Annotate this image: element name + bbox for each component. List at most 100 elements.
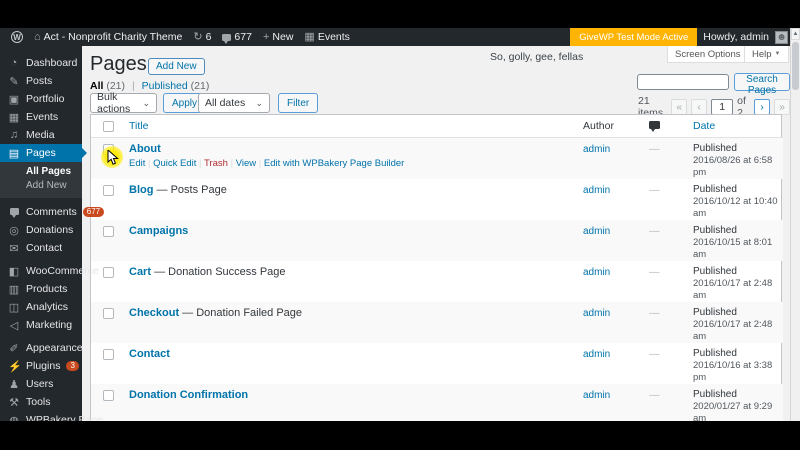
row-checkbox[interactable] (103, 184, 114, 196)
sidebar-item-label: Products (26, 283, 68, 295)
submenu-item-all-pages[interactable]: All Pages (0, 165, 82, 179)
calendar-icon: ▦ (304, 30, 315, 43)
analytics-icon: ◫ (8, 301, 20, 314)
submenu-item-add-new[interactable]: Add New (0, 179, 82, 193)
sidebar-item-products[interactable]: ▥ Products (0, 280, 82, 298)
sidebar-item-label: Tools (26, 396, 51, 408)
row-action-quick-edit[interactable]: Quick Edit (153, 158, 196, 169)
home-icon: ⌂ (34, 30, 41, 43)
author-link[interactable]: admin (583, 144, 610, 155)
author-link[interactable]: admin (583, 390, 610, 401)
sort-title-header[interactable]: Title (129, 120, 148, 132)
page-title-link[interactable]: Cart (129, 266, 151, 278)
filter-button[interactable]: Filter (278, 93, 319, 113)
page-title: Pages (90, 53, 147, 75)
publish-status: Published (693, 388, 737, 400)
sidebar-item-donations[interactable]: ◎ Donations (0, 221, 82, 239)
add-new-button[interactable]: Add New (148, 58, 205, 75)
page-title-link[interactable]: About (129, 143, 161, 155)
row-action-trash[interactable]: Trash (204, 158, 228, 169)
page-title-suffix: — Posts Page (153, 183, 227, 196)
publish-date: 2016/10/16 at 3:38 pm (693, 359, 773, 383)
next-page-button[interactable]: › (754, 99, 770, 115)
sidebar-item-label: WooCommerce (26, 265, 99, 277)
sidebar-item-plugins[interactable]: ⚡ Plugins 3 (0, 357, 82, 375)
author-link[interactable]: admin (583, 267, 610, 278)
screen: W ⌂ Act - Nonprofit Charity Theme ↻ 6 67… (0, 0, 800, 450)
author-link[interactable]: admin (583, 349, 610, 360)
comments-count-value: — (649, 224, 660, 237)
row-checkbox[interactable] (103, 266, 114, 278)
help-button[interactable]: Help ▼ (744, 46, 789, 63)
table-row: Donation Confirmation admin — Published 2020… (91, 383, 783, 421)
user-avatar[interactable]: ☻ (775, 30, 788, 44)
sidebar-item-woocommerce[interactable]: ◧ WooCommerce (0, 262, 99, 280)
row-checkbox[interactable] (103, 348, 114, 360)
page-title-link[interactable]: Campaigns (129, 225, 188, 237)
last-page-button[interactable]: » (774, 99, 790, 115)
publish-date: 2016/10/17 at 2:48 am (693, 318, 773, 342)
sidebar-item-tools[interactable]: ⚒ Tools (0, 393, 82, 411)
page-title-link[interactable]: Donation Confirmation (129, 389, 248, 401)
row-checkbox[interactable] (103, 389, 114, 401)
search-pages-button[interactable]: Search Pages (734, 73, 790, 96)
row-action-view[interactable]: View (236, 158, 256, 169)
sidebar-item-appearance[interactable]: ✐ Appearance (0, 339, 82, 357)
sidebar-item-contact[interactable]: ✉ Contact (0, 239, 82, 257)
sidebar-item-events[interactable]: ▦ Events (0, 108, 82, 126)
page-title-link[interactable]: Checkout (129, 307, 179, 319)
scroll-up-arrow-icon[interactable]: ▲ (791, 28, 800, 40)
comments-header-icon[interactable] (649, 120, 660, 132)
comments-menu[interactable]: 677 (219, 28, 255, 46)
page-title-link[interactable]: Contact (129, 348, 170, 360)
new-content-menu[interactable]: + New (260, 28, 296, 46)
select-all-checkbox[interactable] (103, 120, 114, 132)
sort-date-header[interactable]: Date (693, 120, 715, 132)
sidebar-item-label: Events (26, 111, 59, 123)
scrollbar-thumb[interactable] (792, 42, 799, 90)
row-action-edit[interactable]: Edit (129, 158, 145, 169)
sidebar-item-portfolio[interactable]: ▣ Portfolio (0, 90, 82, 108)
page-title-link[interactable]: Blog (129, 184, 153, 196)
search-input[interactable] (637, 74, 729, 90)
wordpress-logo-icon: W (11, 31, 23, 43)
sidebar-item-marketing[interactable]: ◁ Marketing (0, 316, 82, 334)
sidebar-item-media[interactable]: ♫ Media (0, 126, 82, 144)
comments-count-value: — (649, 388, 660, 401)
wp-logo-menu[interactable]: W (8, 28, 26, 46)
page-title-suffix: — Donation Success Page (151, 265, 286, 278)
howdy-menu[interactable]: Howdy, admin (697, 31, 775, 43)
sidebar-item-comments[interactable]: Comments 677 (0, 203, 105, 221)
row-checkbox[interactable] (103, 307, 114, 319)
bulk-actions-select[interactable]: Bulk actions ⌄ (90, 91, 157, 115)
author-link[interactable]: admin (583, 308, 610, 319)
author-header: Author (581, 115, 647, 138)
current-page-field[interactable]: 1 (711, 99, 734, 115)
sidebar-item-users[interactable]: ♟ Users (0, 375, 82, 393)
sidebar-item-analytics[interactable]: ◫ Analytics (0, 298, 82, 316)
comments-count-value: — (649, 265, 660, 278)
admin-bar: W ⌂ Act - Nonprofit Charity Theme ↻ 6 67… (0, 28, 800, 46)
help-label: Help (752, 48, 772, 60)
vertical-scrollbar[interactable]: ▲ (790, 28, 800, 421)
events-menu[interactable]: ▦ Events (301, 28, 353, 46)
row-checkbox[interactable] (103, 225, 114, 237)
author-link[interactable]: admin (583, 226, 610, 237)
publish-status: Published (693, 347, 737, 359)
table-row: Cart — Donation Success Page admin — Publis… (91, 261, 783, 302)
publish-status: Published (693, 306, 737, 318)
view-published-link[interactable]: Published (142, 80, 188, 92)
table-row: Contact admin — Published 2016/10/16 at 3:38… (91, 343, 783, 384)
chevron-down-icon: ▼ (774, 51, 781, 57)
sidebar-item-posts[interactable]: ✎ Posts (0, 72, 82, 90)
sidebar-item-dashboard[interactable]: ◔ Dashboard (0, 54, 82, 72)
givewp-test-mode-badge[interactable]: GiveWP Test Mode Active (570, 28, 698, 46)
comments-count-value: — (649, 306, 660, 319)
sidebar-item-pages[interactable]: ▤ Pages (0, 144, 87, 162)
updates-menu[interactable]: ↻ 6 (190, 28, 214, 46)
woocommerce-icon: ◧ (8, 265, 20, 278)
site-name-menu[interactable]: ⌂ Act - Nonprofit Charity Theme (31, 28, 185, 46)
author-link[interactable]: admin (583, 185, 610, 196)
row-action-edit-with-wpbakery-page-builder[interactable]: Edit with WPBakery Page Builder (264, 158, 404, 169)
all-dates-select[interactable]: All dates ⌄ (198, 93, 270, 113)
